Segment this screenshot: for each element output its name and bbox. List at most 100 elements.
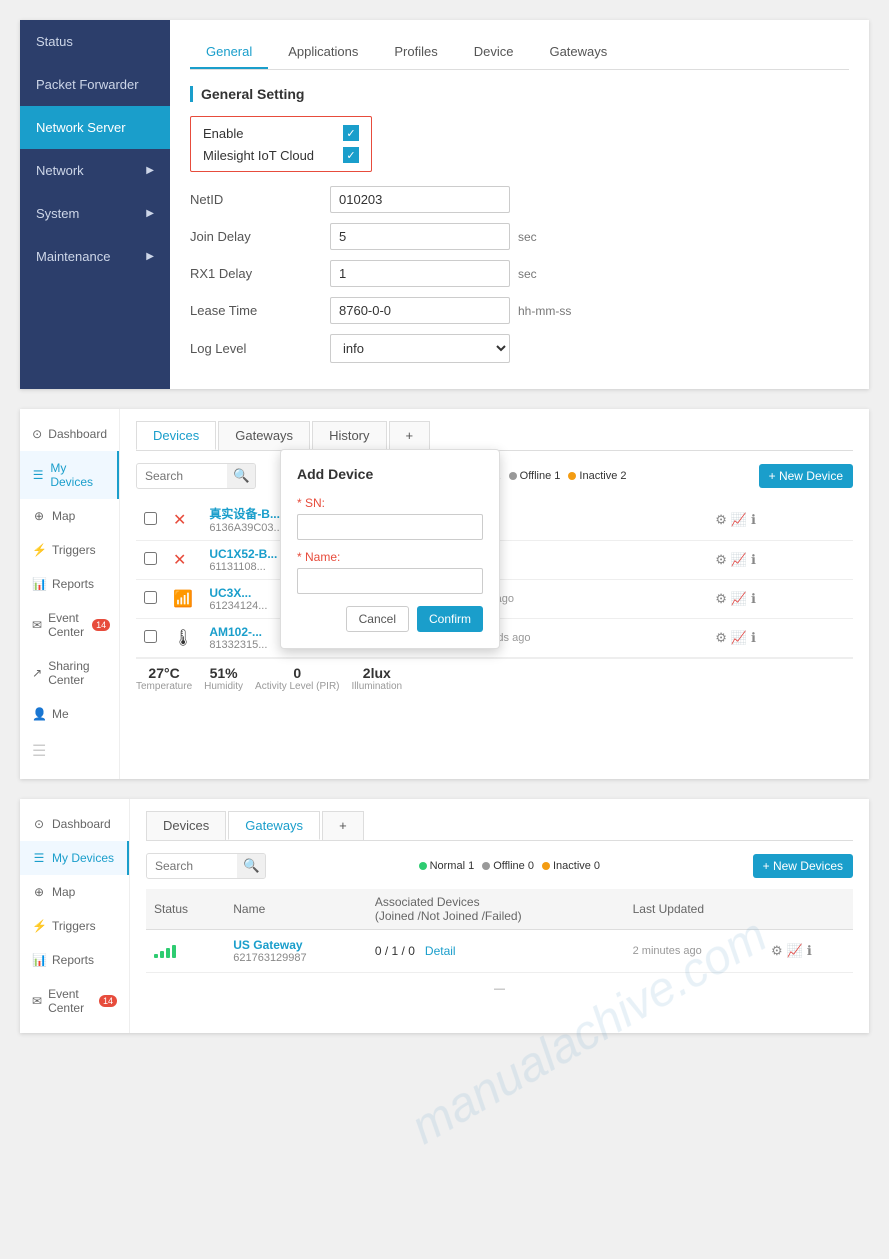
triggers-icon: ⚡: [32, 543, 46, 557]
sidebar2-triggers[interactable]: ⚡ Triggers: [20, 533, 119, 567]
sidebar3-dashboard[interactable]: ⊙ Dashboard: [20, 807, 129, 841]
chart-icon-4[interactable]: 📈: [731, 630, 747, 646]
gw-detail-link[interactable]: Detail: [425, 944, 456, 958]
settings-icon-4[interactable]: ⚙: [715, 630, 727, 646]
row-checkbox-1[interactable]: [144, 512, 157, 525]
sidebar3-triggers[interactable]: ⚡ Triggers: [20, 909, 129, 943]
tab-profiles[interactable]: Profiles: [378, 36, 453, 69]
sidebar3-map[interactable]: ⊕ Map: [20, 875, 129, 909]
dashboard-icon: ⊙: [32, 427, 42, 441]
name-asterisk: * Name:: [297, 550, 340, 564]
rx1-delay-input[interactable]: [330, 260, 510, 287]
gw-normal-label: Normal 1: [430, 860, 475, 872]
join-delay-label: Join Delay: [190, 229, 330, 244]
me-icon: 👤: [32, 707, 46, 721]
tab2-add[interactable]: +: [389, 421, 431, 450]
search-button[interactable]: 🔍: [227, 464, 256, 488]
illumination-value: 2lux: [352, 665, 403, 681]
sidebar2-sharing-center[interactable]: ↗ Sharing Center: [20, 649, 119, 697]
log-level-select[interactable]: info debug warning error: [330, 334, 510, 363]
gw-info-icon[interactable]: ℹ: [807, 943, 812, 959]
sidebar-maintenance-label: Maintenance: [36, 249, 110, 264]
tab3-add[interactable]: +: [322, 811, 364, 840]
sidebar-item-network-server[interactable]: Network Server: [20, 106, 170, 149]
temperature-label: Temperature: [136, 681, 192, 692]
sidebar-item-packet-forwarder[interactable]: Packet Forwarder: [20, 63, 170, 106]
row-checkbox-2[interactable]: [144, 552, 157, 565]
lease-time-group: Lease Time hh-mm-ss: [190, 297, 849, 324]
devices-search-input[interactable]: [137, 465, 227, 487]
tab-gateways[interactable]: Gateways: [533, 36, 623, 69]
gateway-name[interactable]: US Gateway: [233, 938, 359, 952]
device-status-icon-3: 📶: [173, 591, 193, 608]
tab2-history[interactable]: History: [312, 421, 386, 450]
new-devices-button[interactable]: + New Devices: [753, 854, 853, 878]
sidebar3-reports[interactable]: 📊 Reports: [20, 943, 129, 977]
row-checkbox-4[interactable]: [144, 630, 157, 643]
info-icon-4[interactable]: ℹ: [751, 630, 756, 646]
lease-time-input[interactable]: [330, 297, 510, 324]
settings-icon-2[interactable]: ⚙: [715, 552, 727, 568]
gw-offline-pill: Offline 0: [482, 860, 534, 872]
sidebar2-event-center[interactable]: ✉ Event Center 14: [20, 601, 119, 649]
sidebar2-my-devices[interactable]: ☰ My Devices: [20, 451, 119, 499]
system-arrow-icon: ▶: [146, 208, 154, 219]
modal-name-input[interactable]: [297, 568, 483, 594]
chart-icon-3[interactable]: 📈: [731, 591, 747, 607]
gateway-search-button[interactable]: 🔍: [237, 854, 266, 878]
tab3-gateways[interactable]: Gateways: [228, 811, 320, 840]
chart-icon-1[interactable]: 📈: [731, 512, 747, 528]
tab-device[interactable]: Device: [458, 36, 530, 69]
tab-applications[interactable]: Applications: [272, 36, 374, 69]
sidebar-item-network[interactable]: Network ▶: [20, 149, 170, 192]
modal-confirm-button[interactable]: Confirm: [417, 606, 483, 632]
settings-icon-3[interactable]: ⚙: [715, 591, 727, 607]
modal-cancel-button[interactable]: Cancel: [346, 606, 409, 632]
device-status-icon-2: ✕: [173, 552, 186, 569]
gw-settings-icon[interactable]: ⚙: [771, 943, 783, 959]
netid-label: NetID: [190, 192, 330, 207]
sidebar2-me[interactable]: 👤 Me: [20, 697, 119, 731]
gw-chart-icon[interactable]: 📈: [787, 943, 803, 959]
gateway-table-row: US Gateway 621763129987 0 / 1 / 0 Detail…: [146, 930, 853, 973]
tab2-gateways[interactable]: Gateways: [218, 421, 310, 450]
netid-input[interactable]: [330, 186, 510, 213]
my-devices-section: ⊙ Dashboard ☰ My Devices ⊕ Map ⚡ Trigger…: [20, 409, 869, 779]
modal-sn-field: * SN:: [297, 496, 483, 540]
new-device-button[interactable]: + New Device: [759, 464, 853, 488]
tab3-devices[interactable]: Devices: [146, 811, 226, 840]
sidebar-item-system[interactable]: System ▶: [20, 192, 170, 235]
chart-icon-2[interactable]: 📈: [731, 552, 747, 568]
sidebar2-reports[interactable]: 📊 Reports: [20, 567, 119, 601]
info-icon-1[interactable]: ℹ: [751, 512, 756, 528]
sidebar2-map[interactable]: ⊕ Map: [20, 499, 119, 533]
row-checkbox-3[interactable]: [144, 591, 157, 604]
gateways-table: Status Name Associated Devices(Joined /N…: [146, 889, 853, 973]
sidebar-item-status[interactable]: Status: [20, 20, 170, 63]
offline-pill: Offline 1: [509, 470, 561, 482]
sidebar2-dashboard[interactable]: ⊙ Dashboard: [20, 417, 119, 451]
modal-sn-input[interactable]: [297, 514, 483, 540]
activity-value: 0: [255, 665, 339, 681]
sidebar3-event-center[interactable]: ✉ Event Center 14: [20, 977, 129, 1025]
sidebar3-my-devices[interactable]: ☰ My Devices: [20, 841, 129, 875]
s3-my-devices-icon: ☰: [32, 851, 46, 865]
modal-name-label: * Name:: [297, 550, 483, 564]
sidebar-item-maintenance[interactable]: Maintenance ▶: [20, 235, 170, 278]
gateways-search-input[interactable]: [147, 855, 237, 877]
tabs-bar-3: Devices Gateways +: [146, 811, 853, 841]
milesight-cloud-checkbox[interactable]: [343, 147, 359, 163]
settings-icon-1[interactable]: ⚙: [715, 512, 727, 528]
join-delay-input[interactable]: [330, 223, 510, 250]
tab2-devices[interactable]: Devices: [136, 421, 216, 450]
lease-time-unit: hh-mm-ss: [518, 304, 571, 318]
bar-2: [160, 951, 164, 958]
info-icon-2[interactable]: ℹ: [751, 552, 756, 568]
enable-checkbox[interactable]: [343, 125, 359, 141]
info-icon-3[interactable]: ℹ: [751, 591, 756, 607]
offline-label: Offline 1: [520, 470, 561, 482]
s3-triggers-label: Triggers: [52, 919, 96, 933]
network-server-section: Status Packet Forwarder Network Server N…: [20, 20, 869, 389]
tab-general[interactable]: General: [190, 36, 268, 69]
sidebar2-expand[interactable]: ☰: [20, 731, 119, 771]
